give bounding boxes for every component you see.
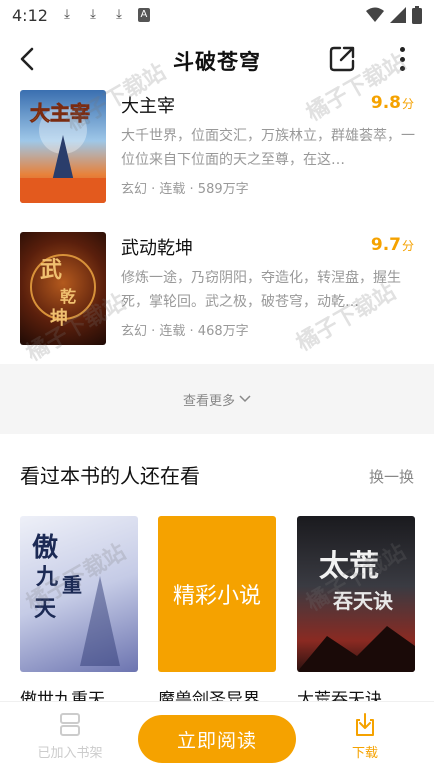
book-cover-art: 武 乾 坤 <box>30 254 96 329</box>
share-button[interactable] <box>328 45 356 73</box>
book-cover: 傲 九 重 天 <box>20 516 138 672</box>
score-value: 9.8 <box>370 93 401 113</box>
book-cover-art: 太荒 吞天诀 <box>297 549 415 672</box>
wifi-icon <box>366 7 384 22</box>
recommend-title: 看过本书的人还在看 <box>20 464 200 488</box>
book-cover-art: 傲 九 重 天 <box>32 532 120 666</box>
recommend-header: 看过本书的人还在看 换一换 <box>0 454 434 494</box>
more-options-button[interactable] <box>390 44 414 74</box>
download-icon: ⤓ <box>116 7 122 22</box>
download-icon: ⤓ <box>90 7 96 22</box>
book-cover-title: 傲 <box>32 532 59 563</box>
chevron-down-icon <box>239 395 251 403</box>
dot-icon <box>399 66 405 71</box>
switch-button[interactable]: 换一换 <box>369 466 414 487</box>
book-cover-art: 大主宰 <box>20 101 106 203</box>
download-icon <box>356 713 374 736</box>
book-cover-title: 天 <box>34 596 57 622</box>
share-icon <box>329 46 355 72</box>
book-description: 大千世界，位面交汇，万族林立，群雄荟萃，一位位来自下位面的天之至尊，在这… <box>121 128 415 168</box>
book-list-item[interactable]: 武 乾 坤 武动乾坤 9.7分 修炼一途，乃窃阴阳，夺造化，转涅盘，握生死，掌轮… <box>0 232 434 350</box>
book-cover: 太荒 吞天诀 <box>297 516 415 672</box>
book-cover-title: 吞天诀 <box>333 589 394 613</box>
status-bar: 4:12 ⤓ ⤓ ⤓ A <box>0 0 434 30</box>
book-description: 修炼一途，乃窃阴阳，夺造化，转涅盘，握生死，掌轮回。武之极，破苍穹，动乾… <box>121 270 401 310</box>
book-meta: 玄幻 · 连载 · 468万字 <box>121 324 249 339</box>
add-to-shelf-button[interactable]: 已加入书架 <box>30 712 110 761</box>
view-more-section: 查看更多 <box>0 364 434 434</box>
page-title: 斗破苍穹 <box>173 50 261 74</box>
book-cover-title: 武 <box>40 257 62 283</box>
book-cover-title: 太荒 <box>319 549 379 584</box>
book-title: 大主宰 <box>121 96 175 117</box>
add-to-shelf-label: 已加入书架 <box>37 746 103 761</box>
book-cover: 大主宰 <box>20 90 106 203</box>
bookshelf-icon <box>60 713 80 736</box>
signal-icon <box>390 7 406 23</box>
book-meta: 玄幻 · 连载 · 589万字 <box>121 182 249 197</box>
score-unit: 分 <box>401 97 414 111</box>
dot-icon <box>399 56 405 62</box>
app-header: 斗破苍穹 <box>0 34 434 84</box>
font-icon: A <box>137 8 150 22</box>
status-time: 4:12 <box>12 5 48 25</box>
book-cover-title: 大主宰 <box>30 101 90 125</box>
book-cover-title: 坤 <box>50 307 68 329</box>
book-score: 9.8分 <box>371 93 414 113</box>
book-score: 9.7分 <box>371 235 414 255</box>
recommend-book[interactable]: 精彩小说 魔兽剑圣异界 <box>158 516 276 710</box>
book-cover-title: 乾 <box>60 287 76 306</box>
download-icon: ⤓ <box>64 7 70 22</box>
book-cover: 武 乾 坤 <box>20 232 106 345</box>
bottom-action-bar: 已加入书架 立即阅读 下载 <box>0 701 434 773</box>
book-list-item[interactable]: 大主宰 大主宰 9.8分 大千世界，位面交汇，万族林立，群雄荟萃，一位位来自下位… <box>0 90 434 208</box>
book-cover-title: 精彩小说 <box>172 584 261 609</box>
dot-icon <box>399 47 405 52</box>
battery-icon <box>412 6 422 24</box>
score-unit: 分 <box>401 239 414 253</box>
book-cover-title: 重 <box>62 573 82 597</box>
score-value: 9.7 <box>370 235 401 255</box>
download-button[interactable]: 下载 <box>340 712 390 761</box>
view-more-label: 查看更多 <box>182 393 235 409</box>
recommend-book[interactable]: 傲 九 重 天 傲世九重天 <box>20 516 138 710</box>
read-now-button[interactable]: 立即阅读 <box>138 715 296 763</box>
book-cover: 精彩小说 <box>158 516 276 672</box>
view-more-button[interactable]: 查看更多 <box>183 390 251 409</box>
recommend-book[interactable]: 太荒 吞天诀 太荒吞天诀 <box>297 516 415 710</box>
book-cover-title: 九 <box>35 564 58 590</box>
download-label: 下载 <box>351 746 378 761</box>
book-title: 武动乾坤 <box>121 238 193 259</box>
